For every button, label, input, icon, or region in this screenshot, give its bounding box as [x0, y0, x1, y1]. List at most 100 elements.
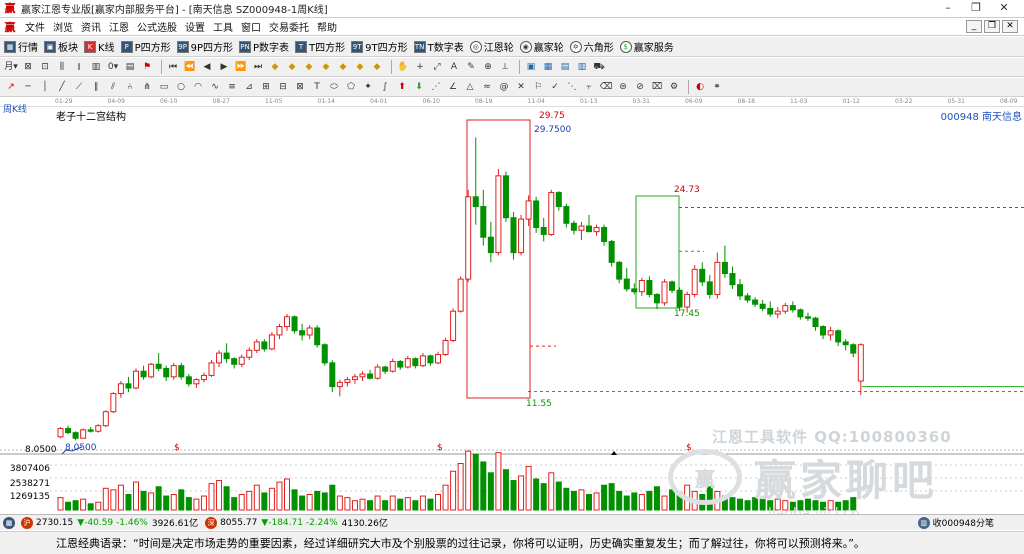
tool-mark-icon[interactable]: ✓ — [548, 80, 562, 94]
tool-gann-icon[interactable]: ⊿ — [242, 80, 256, 94]
color-icon[interactable]: ◐ — [693, 80, 707, 94]
export-icon[interactable]: ▥ — [575, 60, 589, 74]
tool-up-icon[interactable]: ⬆ — [395, 80, 409, 94]
ruler-icon[interactable]: ⟂ — [498, 60, 512, 74]
number-icon[interactable]: 0▾ — [106, 60, 120, 74]
tool-rect-icon[interactable]: ▭ — [157, 80, 171, 94]
calc-icon[interactable]: ▦ — [541, 60, 555, 74]
tool-text-icon[interactable]: T — [310, 80, 324, 94]
diamond-5-icon[interactable]: ◆ — [336, 60, 350, 74]
menu-help[interactable]: 帮助 — [313, 19, 341, 34]
toolbar-quotes-button[interactable]: ▦ 行情 — [4, 39, 38, 54]
tool-fan-icon[interactable]: ⋔ — [140, 80, 154, 94]
bars-icon[interactable]: ⫾ — [72, 60, 86, 74]
diamond-4-icon[interactable]: ◆ — [319, 60, 333, 74]
brush-icon[interactable]: ✎ — [464, 60, 478, 74]
toolbar-p-square-button[interactable]: P P四方形 — [120, 39, 171, 54]
toolbar-kline-button[interactable]: K K线 — [84, 39, 115, 54]
toolbar-t-numtable-button[interactable]: TN T数字表 — [413, 39, 464, 54]
tool-cross-icon[interactable]: ✕ — [514, 80, 528, 94]
tool-fib-fan-icon[interactable]: ⋱ — [565, 80, 579, 94]
tool-ray-icon[interactable]: ⟋ — [72, 80, 86, 94]
menu-window[interactable]: 窗口 — [237, 19, 265, 34]
tool-triangle-icon[interactable]: △ — [463, 80, 477, 94]
menu-jiangen[interactable]: 江恩 — [105, 19, 133, 34]
menu-settings[interactable]: 设置 — [181, 19, 209, 34]
tool-polygon-icon[interactable]: ⬠ — [344, 80, 358, 94]
tool-pitch-icon[interactable]: ⫟ — [582, 80, 596, 94]
tool-down-icon[interactable]: ⬇ — [412, 80, 426, 94]
diamond-2-icon[interactable]: ◆ — [285, 60, 299, 74]
mdi-restore-button[interactable]: ❐ — [984, 20, 1000, 33]
diamond-6-icon[interactable]: ◆ — [353, 60, 367, 74]
toolbar-9t-square-button[interactable]: 9T 9T四方形 — [351, 39, 408, 54]
tool-parallel-icon[interactable]: ∥ — [89, 80, 103, 94]
text-icon[interactable]: A — [447, 60, 461, 74]
period-icon[interactable]: 月▾ — [4, 60, 18, 74]
mdi-minimize-button[interactable]: _ — [966, 20, 982, 33]
flag-icon[interactable]: ⚑ — [140, 60, 154, 74]
grid-status-icon[interactable]: ▦ — [3, 516, 15, 529]
car-icon[interactable]: ⛟ — [592, 60, 606, 74]
menu-trade[interactable]: 交易委托 — [265, 19, 313, 34]
tool-grid-icon[interactable]: ⊠ — [293, 80, 307, 94]
toolbar-9p-square-button[interactable]: 9P 9P四方形 — [176, 39, 233, 54]
menu-formula[interactable]: 公式选股 — [133, 19, 181, 34]
tool-erase-icon[interactable]: ⌫ — [599, 80, 613, 94]
tool-delete-icon[interactable]: ⌧ — [650, 80, 664, 94]
mdi-close-button[interactable]: ✕ — [1002, 20, 1018, 33]
first-icon[interactable]: ⏮ — [166, 60, 180, 74]
prev-page-icon[interactable]: ⏪ — [183, 60, 197, 74]
menu-browse[interactable]: 浏览 — [49, 19, 77, 34]
tool-fork-icon[interactable]: ⑃ — [123, 80, 137, 94]
pillar-icon[interactable]: ▥ — [89, 60, 103, 74]
pin-icon[interactable]: ⊕ — [481, 60, 495, 74]
tool-circle-icon[interactable]: ○ — [174, 80, 188, 94]
restore-button[interactable]: ❐ — [962, 1, 990, 14]
zoom-icon[interactable]: ⊡ — [38, 60, 52, 74]
tool-lock-icon[interactable]: ⊜ — [616, 80, 630, 94]
tool-star-icon[interactable]: ✦ — [361, 80, 375, 94]
menu-tools[interactable]: 工具 — [209, 19, 237, 34]
toolbar-service-button[interactable]: $ 赢家服务 — [619, 39, 674, 54]
link-icon[interactable]: ⚭ — [710, 80, 724, 94]
toolbar-t-square-button[interactable]: T T四方形 — [295, 39, 345, 54]
last-icon[interactable]: ⏭ — [251, 60, 265, 74]
tool-square-icon[interactable]: ⊞ — [259, 80, 273, 94]
close-button[interactable]: ✕ — [990, 1, 1018, 14]
tool-curve-icon[interactable]: ∫ — [378, 80, 392, 94]
diamond-7-icon[interactable]: ◆ — [370, 60, 384, 74]
tool-speed-icon[interactable]: ⋰ — [429, 80, 443, 94]
tool-arc-icon[interactable]: ◠ — [191, 80, 205, 94]
tool-flag-icon[interactable]: ⚐ — [531, 80, 545, 94]
candle-icon[interactable]: ⫼ — [55, 60, 69, 74]
toolbar-p-numtable-button[interactable]: PN P数字表 — [239, 39, 289, 54]
tool-arrow-icon[interactable]: ↗ — [4, 80, 18, 94]
hand-icon[interactable]: ✋ — [396, 60, 410, 74]
zoom-in-icon[interactable]: ⤢ — [430, 60, 444, 74]
right-icon[interactable]: ▶ — [217, 60, 231, 74]
crosshair-icon[interactable]: + — [413, 60, 427, 74]
grid-small-icon[interactable]: ▤ — [123, 60, 137, 74]
tool-fib-icon[interactable]: ≡ — [225, 80, 239, 94]
tool-channel-icon[interactable]: ⫽ — [106, 80, 120, 94]
tool-spiral-icon[interactable]: @ — [497, 80, 511, 94]
menu-info[interactable]: 资讯 — [77, 19, 105, 34]
menu-file[interactable]: 文件 — [21, 19, 49, 34]
toolbar-hexagon-button[interactable]: ✡ 六角形 — [569, 39, 614, 54]
chart-status-icon[interactable]: ▥ — [917, 516, 930, 529]
left-icon[interactable]: ◀ — [200, 60, 214, 74]
next-page-icon[interactable]: ⏩ — [234, 60, 248, 74]
toolbar-jiangen-wheel-button[interactable]: ◎ 江恩轮 — [469, 39, 514, 54]
minimize-button[interactable]: – — [934, 1, 962, 14]
diamond-1-icon[interactable]: ◆ — [268, 60, 282, 74]
tool-wave-icon[interactable]: ≈ — [480, 80, 494, 94]
tool-vline-icon[interactable]: │ — [38, 80, 52, 94]
tool-props-icon[interactable]: ⚙ — [667, 80, 681, 94]
monitor-icon[interactable]: ▣ — [524, 60, 538, 74]
tool-hide-icon[interactable]: ⊘ — [633, 80, 647, 94]
layout-icon[interactable]: ⊠ — [21, 60, 35, 74]
tool-hline-icon[interactable]: ─ — [21, 80, 35, 94]
save-icon[interactable]: ▤ — [558, 60, 572, 74]
toolbar-sectors-button[interactable]: ▣ 板块 — [44, 39, 78, 54]
